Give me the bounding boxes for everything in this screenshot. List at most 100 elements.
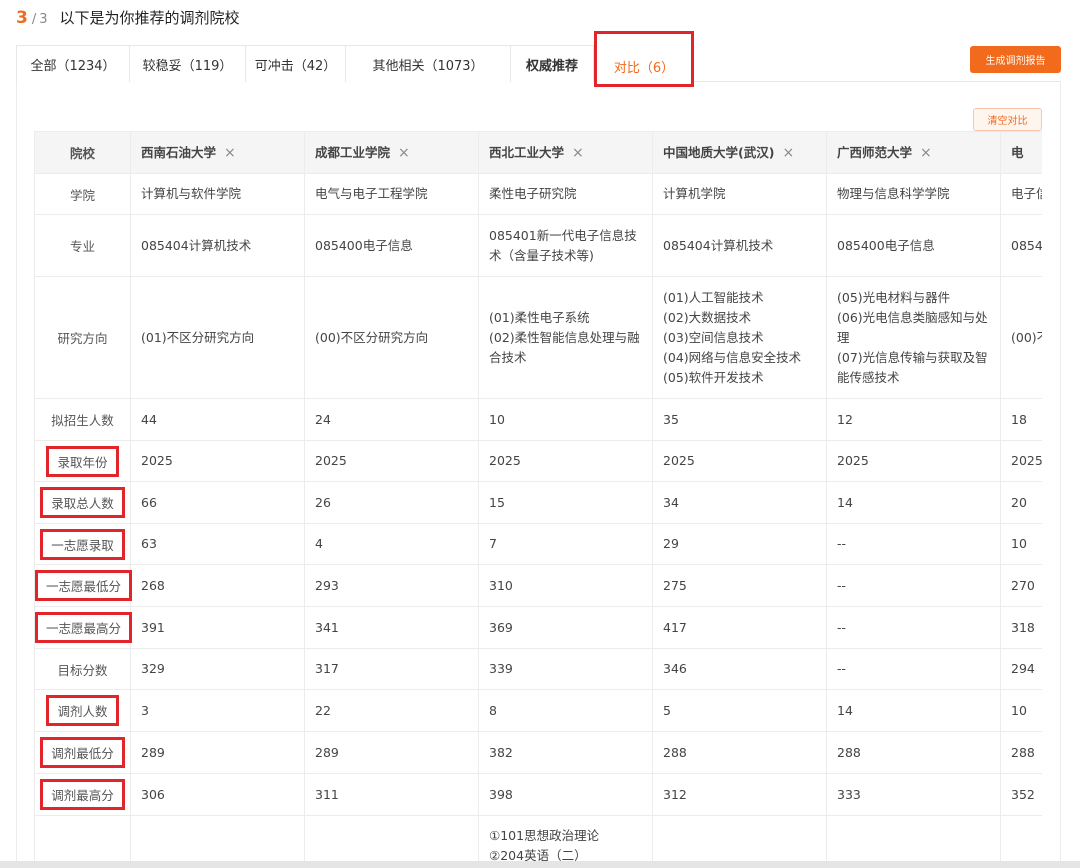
close-icon[interactable]: × (782, 143, 794, 163)
table-cell: (00)不区分研究方向 (304, 276, 479, 399)
table-cell: 14 (826, 481, 1001, 524)
table-row: 拟招生人数 44 24 10 35 12 18 (34, 398, 1042, 441)
table-cell: (01)不区分研究方向 (130, 276, 305, 399)
school-col-2: 成都工业学院 × (304, 131, 479, 174)
row-label-cell: 录取总人数 (34, 481, 131, 524)
table-cell: 15 (478, 481, 653, 524)
table-cell: 电气与电子工程学院 (304, 173, 479, 215)
table-cell: -- (826, 523, 1001, 565)
tab-all[interactable]: 全部（1234） (16, 45, 129, 82)
close-icon[interactable]: × (398, 143, 410, 163)
tab-other[interactable]: 其他相关（1073） (345, 45, 510, 82)
row-label: 学院 (69, 187, 95, 203)
table-cell: 288 (1000, 731, 1042, 774)
table-cell: 085401新一代电子信息技术（含量子技术等) (478, 214, 653, 277)
row-label: 调剂人数 (46, 695, 119, 726)
step-current: 3 (16, 8, 28, 28)
school-col-4: 中国地质大学(武汉) × (652, 131, 827, 174)
row-label-cell: 调剂人数 (34, 689, 131, 732)
table-cell: 085404计算机技术 (130, 214, 305, 277)
table-cell: 计算机与软件学院 (130, 173, 305, 215)
table-cell: 085404计算机技术 (652, 214, 827, 277)
table-cell: 270 (1000, 564, 1042, 607)
table-cell: 44 (130, 398, 305, 441)
table-cell: -- (826, 564, 1001, 607)
table-row: 研究方向 (01)不区分研究方向 (00)不区分研究方向 (01)柔性电子系统 (02… (34, 276, 1042, 399)
table-cell: 339 (478, 648, 653, 690)
close-icon[interactable]: × (572, 143, 584, 163)
step-separator: / (31, 12, 37, 27)
step-header: 3 / 3 以下是为你推荐的调剂院校 (16, 7, 240, 31)
table-cell: 20 (1000, 481, 1042, 524)
row-label: 录取年份 (46, 445, 119, 477)
row-label: 一志愿录取 (40, 528, 125, 560)
table-row: 学院 计算机与软件学院 电气与电子工程学院 柔性电子研究院 计算机学院 物理与信息科学学院… (34, 173, 1042, 215)
school-name: 西南石油大学 (141, 144, 217, 160)
table-cell: 293 (304, 564, 479, 607)
table-cell: 柔性电子研究院 (478, 173, 653, 215)
table-row: 一志愿录取 63 4 7 29 -- 10 (34, 523, 1042, 565)
table-cell: 352 (1000, 773, 1042, 816)
table-cell: 312 (652, 773, 827, 816)
table-cell: 66 (130, 481, 305, 524)
school-name: 电 (1011, 144, 1024, 160)
table-cell: 318 (1000, 606, 1042, 649)
row-label-cell: 一志愿录取 (34, 523, 131, 565)
close-icon[interactable]: × (224, 143, 236, 163)
table-cell: 268 (130, 564, 305, 607)
table-cell: 2025 (130, 440, 305, 482)
clear-compare-button[interactable]: 清空对比 (973, 108, 1042, 131)
row-label-cell: 学院 (34, 173, 131, 215)
table-cell: 物理与信息科学学院 (826, 173, 1001, 215)
tab-reach[interactable]: 可冲击（42） (245, 45, 345, 82)
table-cell: -- (826, 648, 1001, 690)
tab-stable[interactable]: 较稳妥（119） (129, 45, 245, 82)
close-icon[interactable]: × (920, 143, 932, 163)
table-cell: 341 (304, 606, 479, 649)
school-col-6: 电 (1000, 131, 1042, 174)
compare-table-container[interactable]: 院校 西南石油大学 × 成都工业学院 × 西北工业大学 × 中国地质大学(武汉) × 广… (34, 131, 1042, 868)
table-cell: 2025 (304, 440, 479, 482)
table-cell: 35 (652, 398, 827, 441)
row-label: 调剂最高分 (40, 779, 125, 810)
generate-report-button[interactable]: 生成调剂报告 (970, 46, 1061, 73)
table-cell: 289 (304, 731, 479, 774)
school-name: 西北工业大学 (489, 144, 565, 160)
table-cell: 08540 (1000, 214, 1042, 277)
tab-recommended[interactable]: 权威推荐 (510, 45, 594, 82)
table-row: 一志愿最高分 391 341 369 417 -- 318 (34, 606, 1042, 649)
table-cell: 288 (652, 731, 827, 774)
row-label: 录取总人数 (40, 487, 125, 518)
school-name: 中国地质大学(武汉) (663, 144, 775, 160)
table-cell: 12 (826, 398, 1001, 441)
table-row: 录取总人数 66 26 15 34 14 20 (34, 481, 1042, 524)
row-label: 研究方向 (57, 331, 108, 346)
tab-compare[interactable]: 对比（6） (594, 31, 694, 87)
table-cell: 10 (478, 398, 653, 441)
table-row: 调剂人数 3 22 8 5 14 10 (34, 689, 1042, 732)
row-label: 目标分数 (57, 662, 108, 678)
table-cell: 26 (304, 481, 479, 524)
school-name: 成都工业学院 (315, 144, 391, 160)
row-label-cell: 一志愿最高分 (34, 606, 133, 649)
table-row: 录取年份 2025 2025 2025 2025 2025 2025 (34, 440, 1042, 482)
table-cell: 294 (1000, 648, 1042, 690)
table-cell: 8 (478, 689, 653, 732)
table-cell: 346 (652, 648, 827, 690)
school-col-5: 广西师范大学 × (826, 131, 1001, 174)
table-cell: 382 (478, 731, 653, 774)
table-row: 一志愿最低分 268 293 310 275 -- 270 (34, 564, 1042, 607)
table-cell: 2025 (652, 440, 827, 482)
row-label: 调剂最低分 (40, 737, 125, 768)
table-cell: 24 (304, 398, 479, 441)
table-cell: 398 (478, 773, 653, 816)
table-cell: 3 (130, 689, 305, 732)
table-cell: 2025 (1000, 440, 1042, 482)
table-cell: 18 (1000, 398, 1042, 441)
school-col-1: 西南石油大学 × (130, 131, 305, 174)
table-cell: 391 (130, 606, 305, 649)
school-header-row: 院校 西南石油大学 × 成都工业学院 × 西北工业大学 × 中国地质大学(武汉) × 广… (34, 131, 1042, 174)
table-row: 调剂最低分 289 289 382 288 288 288 (34, 731, 1042, 774)
row-label-cell: 拟招生人数 (34, 398, 131, 441)
row-label-cell: 专业 (34, 214, 131, 277)
